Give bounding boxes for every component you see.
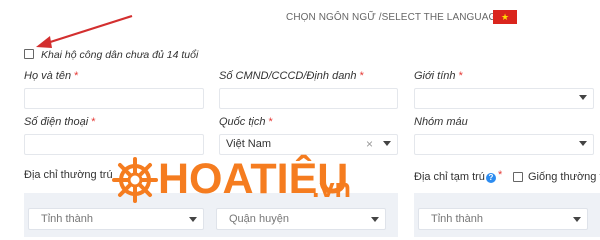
chevron-down-icon bbox=[371, 217, 379, 222]
same-as-permanent-checkbox[interactable] bbox=[513, 172, 523, 182]
watermark-tld: .vn bbox=[312, 173, 352, 203]
minor-checkbox-label: Khai hộ công dân chưa đủ 14 tuổi bbox=[41, 49, 199, 61]
nationality-value: Việt Nam bbox=[226, 138, 272, 150]
gender-select[interactable] bbox=[414, 88, 594, 109]
question-icon[interactable]: ? bbox=[486, 173, 496, 183]
full-name-input[interactable] bbox=[24, 88, 204, 109]
chevron-down-icon bbox=[573, 217, 581, 222]
id-number-label: Số CMND/CCCD/Định danh * bbox=[219, 70, 364, 82]
ship-wheel-icon bbox=[112, 157, 158, 203]
chevron-down-icon bbox=[579, 141, 587, 146]
vietnam-flag-icon[interactable]: ★ bbox=[493, 10, 517, 24]
id-number-input[interactable] bbox=[219, 88, 398, 109]
temporary-province-select[interactable]: Tỉnh thành bbox=[418, 208, 588, 230]
chevron-down-icon bbox=[383, 141, 391, 146]
nationality-select[interactable]: Việt Nam × bbox=[219, 134, 398, 155]
temporary-required-mark: * bbox=[498, 169, 503, 181]
minor-checkbox[interactable] bbox=[24, 49, 34, 59]
same-as-permanent-label: Giống thường trú bbox=[528, 171, 600, 183]
hoatieu-watermark: HOATIÊU .vn bbox=[112, 153, 392, 213]
full-name-label: Họ và tên * bbox=[24, 70, 79, 82]
blood-type-label: Nhóm máu bbox=[414, 116, 468, 128]
flag-star-icon: ★ bbox=[500, 11, 510, 22]
permanent-address-label: Địa chỉ thường trú bbox=[24, 169, 113, 181]
clear-icon[interactable]: × bbox=[366, 137, 373, 151]
phone-input[interactable] bbox=[24, 134, 204, 155]
blood-type-select[interactable] bbox=[414, 134, 594, 155]
nationality-label: Quốc tịch * bbox=[219, 116, 273, 128]
chevron-down-icon bbox=[579, 95, 587, 100]
temporary-address-label: Địa chỉ tạm trú bbox=[414, 171, 485, 183]
language-select-label: CHỌN NGÔN NGỮ /SELECT THE LANGUAGE: bbox=[286, 12, 507, 23]
gender-label: Giới tính * bbox=[414, 70, 463, 82]
phone-label: Số điện thoại * bbox=[24, 116, 96, 128]
chevron-down-icon bbox=[189, 217, 197, 222]
